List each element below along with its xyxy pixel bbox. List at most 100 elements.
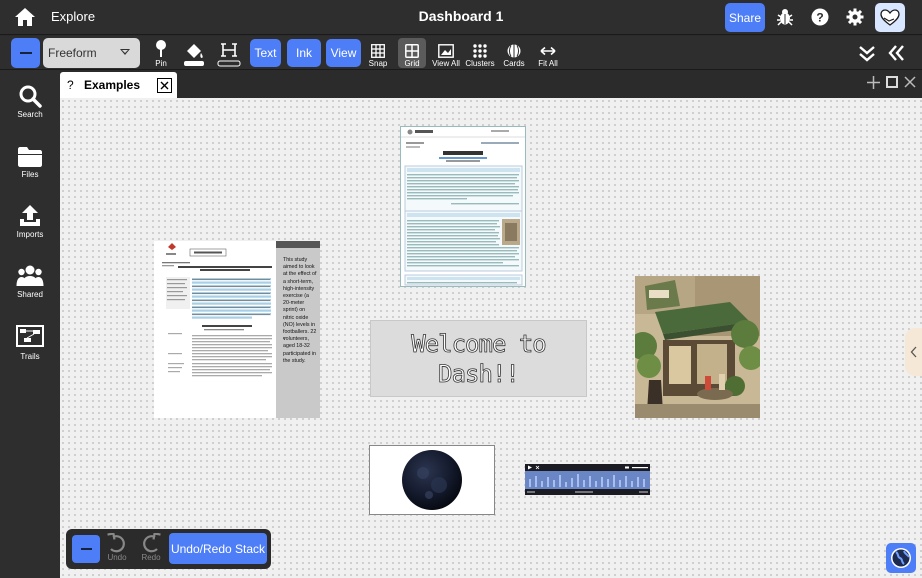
welcome-text: Welcome to Dash!!	[411, 329, 547, 388]
pin-tool-label: Pin	[155, 59, 167, 68]
moon-image	[402, 450, 462, 510]
globe-icon	[891, 548, 911, 568]
sidebar-item-search[interactable]: Search	[0, 84, 60, 119]
folder-icon	[18, 147, 42, 167]
top-bar: Explore Dashboard 1 Share ?	[0, 0, 922, 35]
share-button[interactable]: Share	[725, 3, 765, 32]
audio-player-card[interactable]	[525, 464, 650, 495]
heart-hand-icon[interactable]	[875, 3, 905, 32]
add-pane-icon[interactable]	[867, 76, 880, 91]
home-icon[interactable]	[14, 7, 36, 27]
wikipedia-page-thumbnail	[401, 127, 525, 286]
sidebar-item-label: Trails	[20, 352, 40, 361]
sidebar-item-imports[interactable]: Imports	[0, 204, 60, 239]
explore-link[interactable]: Explore	[51, 9, 95, 24]
cards-tool-label: Cards	[503, 59, 525, 68]
pin-icon	[156, 40, 166, 57]
chevron-down-icon	[120, 49, 130, 55]
fit-all-tool[interactable]: Fit All	[535, 38, 561, 68]
undo-redo-stack-button[interactable]: Undo/Redo Stack	[169, 533, 267, 564]
toolbar: Freeform Pin Text Ink View Snap Grid Vie…	[0, 36, 922, 70]
trails-icon	[16, 325, 44, 347]
sidebar-item-label: Imports	[16, 230, 44, 239]
mode-select-value: Freeform	[48, 46, 97, 60]
tab-examples[interactable]: ? Examples	[60, 72, 177, 98]
help-icon[interactable]: ?	[67, 78, 74, 92]
grid-tool-label: Grid	[404, 59, 420, 68]
welcome-text-card[interactable]: Welcome to Dash!!	[370, 320, 587, 397]
summary-panel-header	[276, 241, 320, 248]
search-icon	[19, 85, 42, 108]
clusters-icon	[473, 44, 487, 58]
sidebar-item-files[interactable]: Files	[0, 146, 60, 179]
fit-all-arrows-icon	[540, 46, 556, 56]
cards-icon	[507, 44, 521, 58]
close-tab-icon[interactable]	[157, 78, 172, 93]
minus-icon	[80, 547, 92, 551]
collapse-undo-panel-button[interactable]	[72, 535, 100, 563]
summary-text: This study aimed to look at the effect o…	[283, 257, 317, 364]
audio-waveform	[525, 464, 650, 495]
text-style-tool[interactable]	[217, 38, 241, 68]
sidebar-item-label: Shared	[17, 290, 43, 299]
sidebar-item-trails[interactable]: Trails	[0, 324, 60, 361]
cards-tool[interactable]: Cards	[501, 38, 527, 68]
moon-image-card[interactable]	[369, 445, 495, 515]
cafe-illustration-image	[635, 276, 760, 418]
freeform-canvas[interactable]: This study aimed to look at the effect o…	[60, 98, 922, 578]
settings-gear-icon[interactable]	[844, 6, 866, 28]
redo-label: Redo	[141, 553, 161, 562]
globe-toggle-button[interactable]	[886, 543, 916, 573]
fill-color-tool[interactable]	[181, 38, 207, 68]
view-all-icon	[438, 44, 454, 58]
summary-bullet	[283, 337, 285, 339]
redo-icon	[143, 533, 161, 553]
grid-icon	[405, 44, 419, 58]
research-summary-panel: This study aimed to look at the effect o…	[276, 241, 320, 418]
heading-icon	[217, 43, 241, 67]
sidebar-item-shared[interactable]: Shared	[0, 264, 60, 299]
grid-tool[interactable]: Grid	[400, 38, 424, 68]
chevrons-left-icon[interactable]	[885, 42, 907, 64]
clusters-tool-label: Clusters	[465, 59, 495, 68]
chevrons-down-icon[interactable]	[856, 42, 878, 64]
tab-label: Examples	[84, 78, 141, 92]
app-window: Explore Dashboard 1 Share ? Freeform Pin	[0, 0, 922, 578]
undo-icon	[107, 533, 125, 553]
undo-redo-panel: Undo Redo Undo/Redo Stack	[66, 529, 271, 569]
ink-mode-button[interactable]: Ink	[287, 39, 321, 67]
fit-all-tool-label: Fit All	[538, 59, 558, 68]
undo-label: Undo	[107, 553, 127, 562]
svg-text:?: ?	[816, 11, 823, 25]
tab-bar: ? Examples	[60, 70, 922, 98]
chevron-left-icon	[910, 346, 916, 358]
snap-tool[interactable]: Snap	[366, 38, 390, 68]
sidebar-item-label: Files	[21, 170, 39, 179]
bug-icon[interactable]	[774, 6, 796, 28]
research-paper-card[interactable]: This study aimed to look at the effect o…	[154, 241, 320, 418]
upload-icon	[20, 205, 40, 226]
clusters-tool[interactable]: Clusters	[465, 38, 495, 68]
cafe-illustration-card[interactable]	[635, 276, 760, 418]
close-pane-icon[interactable]	[904, 76, 916, 90]
help-icon[interactable]: ?	[809, 6, 831, 28]
wikipedia-document-card[interactable]	[400, 126, 526, 287]
sidebar-item-label: Search	[17, 110, 43, 119]
properties-panel-handle[interactable]	[905, 328, 922, 376]
maximize-icon[interactable]	[886, 76, 898, 90]
redo-button[interactable]: Redo	[140, 533, 162, 562]
people-icon	[16, 265, 44, 286]
view-all-tool[interactable]: View All	[430, 38, 462, 68]
view-all-tool-label: View All	[432, 59, 460, 68]
snap-grid-icon	[371, 44, 385, 58]
collapse-toolbar-button[interactable]	[11, 38, 40, 68]
research-paper-thumbnail	[162, 243, 272, 377]
pin-tool[interactable]: Pin	[150, 38, 172, 68]
paint-bucket-icon	[184, 44, 204, 66]
text-mode-button[interactable]: Text	[250, 39, 281, 67]
undo-button[interactable]: Undo	[106, 533, 128, 562]
mode-select[interactable]: Freeform	[43, 38, 140, 68]
minus-icon	[19, 51, 32, 55]
snap-tool-label: Snap	[368, 59, 388, 68]
view-mode-button[interactable]: View	[326, 39, 361, 67]
